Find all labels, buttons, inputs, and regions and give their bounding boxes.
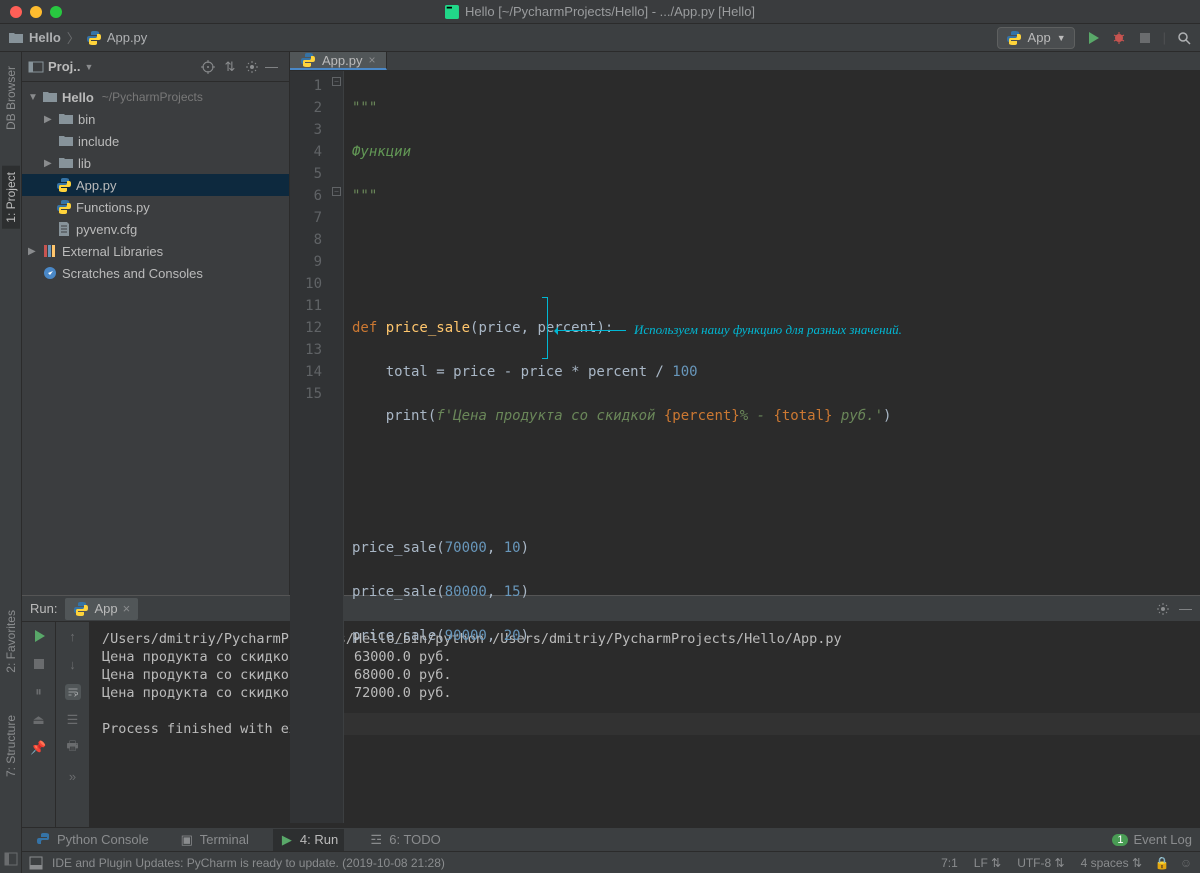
editor[interactable]: 123456789101112131415 − − """ Функции ""… (290, 71, 1200, 823)
breadcrumb-bar: Hello 〉 App.py App ▼ | (0, 24, 1200, 52)
status-message: IDE and Plugin Updates: PyCharm is ready… (52, 856, 445, 870)
python-file-icon (56, 199, 72, 215)
tree-file[interactable]: Functions.py (22, 196, 289, 218)
maximize-window-button[interactable] (50, 6, 62, 18)
stop-button[interactable] (31, 656, 47, 672)
close-tab-button[interactable]: × (368, 53, 375, 67)
tree-external-libs[interactable]: ▶ External Libraries (22, 240, 289, 262)
project-panel: Proj.. ▼ ⇅ — ▼ Hello ~/PycharmProjects (22, 52, 290, 595)
hector-icon[interactable]: ☺ (1178, 855, 1194, 871)
python-file-icon (86, 30, 102, 46)
terminal-tab[interactable]: ▣ Terminal (173, 829, 255, 851)
tree-folder[interactable]: ▶ bin (22, 108, 289, 130)
run-tab-bottom[interactable]: ▶ 4: Run (273, 829, 344, 851)
titlebar: Hello [~/PycharmProjects/Hello] - .../Ap… (0, 0, 1200, 24)
search-icon[interactable] (1176, 30, 1192, 46)
breadcrumb-sep: 〉 (67, 28, 80, 47)
locate-icon[interactable] (199, 59, 217, 75)
library-icon (42, 243, 58, 259)
print-button[interactable]: 🖶 (65, 740, 81, 756)
run-panel-title: Run: (30, 601, 57, 616)
editor-area: App.py × 123456789101112131415 − − """ Ф… (290, 52, 1200, 595)
python-file-icon (300, 52, 316, 68)
favorites-tab[interactable]: 2: Favorites (2, 604, 20, 679)
project-title: Proj.. (48, 59, 81, 74)
project-view-icon (28, 59, 44, 75)
editor-tab[interactable]: App.py × (290, 52, 387, 70)
lock-icon[interactable]: 🔒 (1154, 855, 1170, 871)
tool-window-icon[interactable] (28, 855, 44, 871)
rerun-button[interactable] (31, 628, 47, 644)
wrap-button[interactable] (65, 684, 81, 700)
list-icon: ☲ (368, 832, 384, 848)
scroll-button[interactable]: ☰ (65, 712, 81, 728)
fold-gutter[interactable]: − − (330, 71, 344, 823)
tree-folder[interactable]: ▶ lib (22, 152, 289, 174)
tree-file-app[interactable]: App.py (22, 174, 289, 196)
run-controls-2: ↑ ↓ ☰ 🖶 » (56, 622, 90, 827)
status-lineending[interactable]: LF ⇅ (970, 856, 1005, 870)
terminal-icon: ▣ (179, 832, 195, 848)
annotation: Используем нашу функцию для разных значе… (556, 319, 902, 341)
folder-icon (42, 89, 58, 105)
code-content[interactable]: """ Функции """ def price_sale(price, pe… (344, 71, 1200, 823)
python-console-tab[interactable]: Python Console (30, 829, 155, 851)
annotation-bracket (542, 297, 548, 359)
text-file-icon (56, 221, 72, 237)
expand-all-icon[interactable]: ⇅ (221, 59, 239, 75)
exit-button[interactable]: ⏏ (31, 712, 47, 728)
debug-button[interactable] (1111, 30, 1127, 46)
stop-button[interactable] (1137, 30, 1153, 46)
status-bar: IDE and Plugin Updates: PyCharm is ready… (22, 851, 1200, 873)
breadcrumb-file[interactable]: App.py (86, 30, 147, 46)
project-tree: ▼ Hello ~/PycharmProjects ▶ bin include (22, 82, 289, 288)
more-button[interactable]: » (65, 768, 81, 784)
tool-window-icon[interactable] (3, 851, 19, 867)
up-button[interactable]: ↑ (65, 628, 81, 644)
structure-tab[interactable]: 7: Structure (2, 709, 20, 783)
main-area: DB Browser 1: Project 2: Favorites 7: St… (0, 52, 1200, 873)
chevron-down-icon: ▼ (1057, 33, 1066, 43)
tree-folder[interactable]: include (22, 130, 289, 152)
run-controls: ⏸ ⏏ 📌 (22, 622, 56, 827)
run-button[interactable] (1085, 30, 1101, 46)
pycharm-icon (445, 5, 459, 19)
close-window-button[interactable] (10, 6, 22, 18)
line-numbers: 123456789101112131415 (290, 71, 330, 823)
close-run-tab[interactable]: × (123, 601, 131, 616)
python-file-icon (1006, 30, 1022, 46)
tree-scratches[interactable]: Scratches and Consoles (22, 262, 289, 284)
run-tab[interactable]: App × (65, 598, 138, 620)
breadcrumb-root[interactable]: Hello (8, 30, 61, 46)
project-tab[interactable]: 1: Project (2, 166, 20, 229)
status-encoding[interactable]: UTF-8 ⇅ (1013, 856, 1068, 870)
folder-icon (8, 30, 24, 46)
down-button[interactable]: ↓ (65, 656, 81, 672)
status-indent[interactable]: 4 spaces ⇅ (1077, 856, 1146, 870)
python-file-icon (56, 177, 72, 193)
window-title: Hello [~/PycharmProjects/Hello] - .../Ap… (465, 4, 755, 19)
python-file-icon (73, 601, 89, 617)
hide-panel-button[interactable]: — (265, 59, 283, 74)
event-log-button[interactable]: 1 Event Log (1112, 832, 1192, 847)
pause-button[interactable]: ⏸ (31, 684, 47, 700)
gear-icon[interactable] (243, 59, 261, 75)
bottom-toolbar: Python Console ▣ Terminal ▶ 4: Run ☲ 6: … (22, 827, 1200, 851)
db-browser-tab[interactable]: DB Browser (2, 60, 20, 136)
tree-root[interactable]: ▼ Hello ~/PycharmProjects (22, 86, 289, 108)
scratches-icon (42, 265, 58, 281)
tree-file[interactable]: pyvenv.cfg (22, 218, 289, 240)
play-icon: ▶ (279, 832, 295, 848)
folder-icon (58, 133, 74, 149)
folder-icon (58, 155, 74, 171)
todo-tab[interactable]: ☲ 6: TODO (362, 829, 447, 851)
folder-icon (58, 111, 74, 127)
left-gutter: DB Browser 1: Project 2: Favorites 7: St… (0, 52, 22, 873)
status-position[interactable]: 7:1 (937, 856, 962, 870)
minimize-window-button[interactable] (30, 6, 42, 18)
pin-button[interactable]: 📌 (31, 740, 47, 756)
run-config-selector[interactable]: App ▼ (997, 27, 1075, 49)
python-icon (36, 832, 52, 848)
